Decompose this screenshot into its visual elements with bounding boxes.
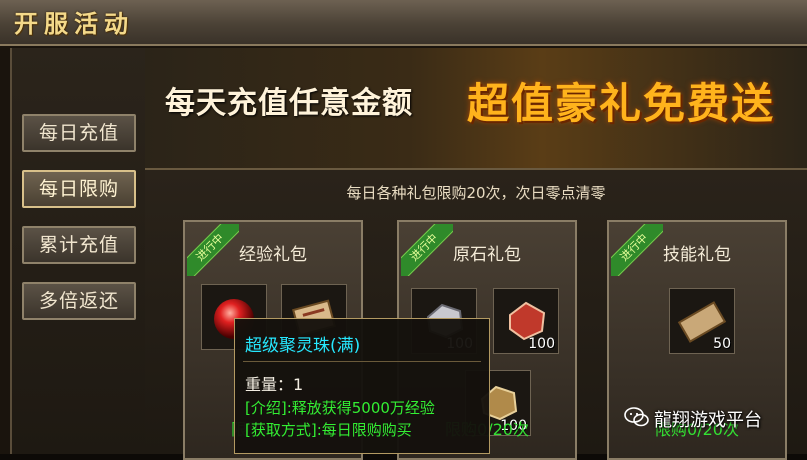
card-title: 原石礼包 <box>453 245 521 265</box>
tooltip-intro: [介绍]:释放获得5000万经验 <box>245 399 435 417</box>
card-title: 经验礼包 <box>239 245 307 265</box>
sidebar-item-daily-recharge[interactable]: 每日充值 <box>22 114 136 152</box>
watermark: 龍翔游戏平台 <box>624 404 800 432</box>
sidebar: 每日充值 每日限购 累计充值 多倍返还 <box>10 48 147 454</box>
banner-text-right: 超值豪礼免费送 <box>467 79 776 128</box>
tooltip-obtain: [获取方式]:每日限购购买 <box>245 421 412 439</box>
tooltip-divider <box>243 361 481 362</box>
sidebar-item-cumulative-recharge[interactable]: 累计充值 <box>22 226 136 264</box>
tooltip-weight: 重量：1 <box>245 375 304 394</box>
banner-text-left: 每天充值任意金额 <box>165 86 413 121</box>
sidebar-item-multiple-return[interactable]: 多倍返还 <box>22 282 136 320</box>
window-title: 开服活动 <box>14 9 134 38</box>
item-count: 50 <box>713 336 731 352</box>
item-slot-skill-scroll[interactable]: 50 <box>669 288 735 354</box>
sidebar-item-daily-limit[interactable]: 每日限购 <box>22 170 136 208</box>
item-count: 100 <box>528 336 555 352</box>
tooltip-title: 超级聚灵珠(满) <box>245 336 361 356</box>
watermark-text: 龍翔游戏平台 <box>654 410 762 431</box>
wechat-icon <box>624 407 649 427</box>
item-slot-red-ore[interactable]: 100 <box>493 288 559 354</box>
item-tooltip: 超级聚灵珠(满) 重量：1 [介绍]:释放获得5000万经验 [获取方式]:每日… <box>234 318 490 454</box>
limit-notice: 每日各种礼包限购20次，次日零点清零 <box>346 184 606 202</box>
activity-window: 开服活动 每日充值 每日限购 累计充值 多倍返还 每天充值任意金额 超值豪礼免费… <box>0 0 807 460</box>
card-title: 技能礼包 <box>663 245 731 265</box>
promo-banner: 每天充值任意金额 超值豪礼免费送 <box>145 48 807 170</box>
title-bar: 开服活动 <box>0 0 807 46</box>
